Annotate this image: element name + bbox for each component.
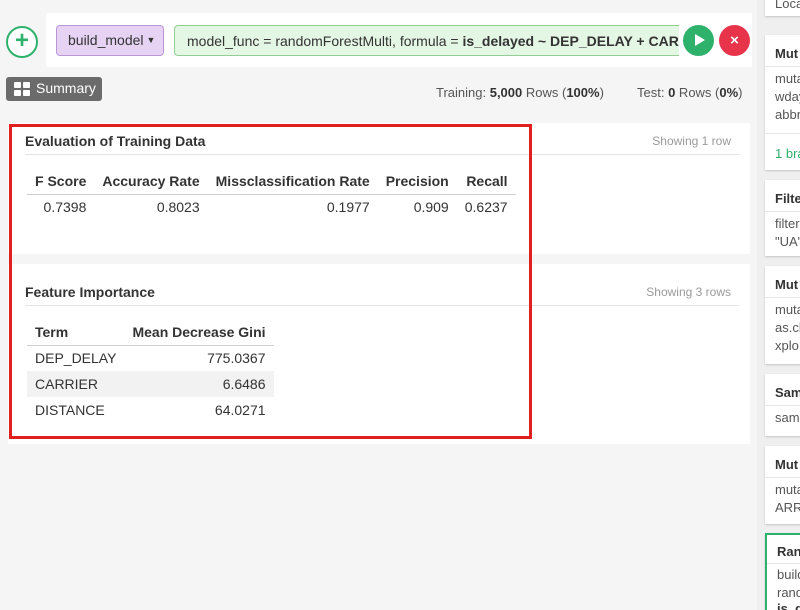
step-card-line: muta (775, 482, 800, 497)
add-step-button[interactable]: + (6, 26, 38, 58)
table-row: DISTANCE 64.0271 (27, 397, 274, 423)
step-card-line: ARR (775, 500, 800, 515)
divider (25, 305, 739, 306)
divider (25, 154, 739, 155)
formula-tilde: ~ (534, 33, 551, 49)
step-card[interactable]: Mut muta as.ch xplo (765, 266, 800, 364)
table-cell: 0.909 (413, 199, 449, 216)
feature-importance-panel: Feature Importance Showing 3 rows Term Me… (8, 264, 750, 444)
evaluation-column-header: Accuracy Rate (94, 168, 208, 195)
step-card-line: muta (775, 71, 800, 86)
step-card[interactable]: Filte filter "UA" (765, 180, 800, 256)
step-card-line: "UA" (775, 234, 800, 249)
table-row: 0.7398 0.8023 0.1977 0.909 0.6237 (27, 194, 516, 220)
step-card-line: Loca (775, 0, 800, 11)
summary-button-label: Summary (36, 80, 96, 96)
step-card-line: is_d (777, 601, 800, 610)
step-card-title: Mut (775, 46, 799, 61)
table-cell: 0.1977 (326, 199, 370, 216)
table-cell: DISTANCE (35, 402, 105, 418)
evaluation-column-header: Recall (456, 168, 516, 195)
evaluation-column-header: F Score (27, 168, 95, 195)
step-card-title: Mut (775, 457, 799, 472)
table-cell: 0.6237 (464, 199, 508, 216)
step-card-title: Ran (777, 544, 800, 559)
main-area: + build_model ▼ model_func = randomForest… (0, 0, 757, 610)
feature-importance-row-count: Showing 3 rows (646, 285, 731, 299)
step-card-line: xplo (775, 338, 799, 353)
evaluation-row-count: Showing 1 row (652, 134, 731, 148)
steps-sidebar: Loca Mut muta wday abbr 1 bra Filte filt… (757, 0, 800, 610)
table-cell: 0.7398 (43, 199, 87, 216)
step-card[interactable]: Sam samp (765, 374, 800, 436)
test-stat: Test: 0 Rows (0%) (637, 85, 743, 100)
command-input[interactable]: model_func = randomForestMulti, formula … (174, 25, 679, 56)
step-card-title: Filte (775, 191, 800, 206)
formula-terms: DEP_DELAY + CARRIE (550, 33, 679, 49)
formula-target: is_delayed (462, 33, 535, 49)
table-cell: CARRIER (27, 371, 125, 397)
step-card-line: abbr (775, 107, 800, 122)
evaluation-column-header: Missclassification Rate (207, 168, 378, 195)
feature-importance-column-header: Term (27, 319, 125, 346)
table-row: DEP_DELAY 775.0367 (27, 345, 274, 371)
run-button[interactable] (683, 25, 714, 56)
step-card-title: Mut (775, 277, 799, 292)
step-card[interactable]: Mut muta ARR (765, 446, 800, 524)
step-card-line: muta (775, 302, 800, 317)
table-row: CARRIER 6.6486 (27, 371, 274, 397)
step-card-title: Sam (775, 385, 800, 400)
step-card-line: wday (775, 89, 800, 104)
evaluation-table: F Score Accuracy Rate Missclassification R… (27, 168, 516, 220)
caret-down-icon: ▼ (146, 35, 156, 45)
command-bar: + build_model ▼ model_func = randomForest… (0, 0, 757, 68)
training-stat: Training: 5,000 Rows (100%) (436, 85, 604, 100)
grid-icon (14, 82, 30, 96)
table-cell: 6.6486 (124, 371, 274, 397)
evaluation-panel: Evaluation of Training Data Showing 1 ro… (8, 123, 750, 254)
step-card-line: as.ch (775, 320, 800, 335)
command-args: model_func = randomForestMulti, formula … (187, 33, 463, 49)
table-cell: 775.0367 (207, 350, 266, 367)
step-card-line: filter (775, 216, 800, 231)
cancel-button[interactable]: × (719, 25, 750, 56)
evaluation-column-header: Precision (377, 168, 457, 195)
command-selector[interactable]: build_model ▼ (56, 25, 164, 56)
feature-importance-title: Feature Importance (25, 284, 155, 300)
feature-importance-table: Term Mean Decrease Gini DEP_DELAY 775.0367… (27, 319, 274, 423)
step-card-active[interactable]: Ran build rand is_d (765, 533, 800, 610)
table-cell: DEP_DELAY (35, 350, 117, 367)
table-cell: 64.0271 (214, 402, 266, 418)
branch-link[interactable]: 1 bra (775, 146, 800, 161)
step-card[interactable]: Loca (765, 0, 800, 16)
table-cell: 0.8023 (156, 199, 200, 216)
step-card-line: build (777, 567, 800, 582)
step-card-line: rand (777, 585, 800, 600)
command-name: build_model (68, 32, 144, 48)
summary-button[interactable]: Summary (6, 77, 102, 101)
step-card-line: samp (775, 410, 800, 425)
feature-importance-column-header: Mean Decrease Gini (124, 319, 274, 346)
step-card[interactable]: Mut muta wday abbr 1 bra (765, 35, 800, 170)
evaluation-title: Evaluation of Training Data (25, 133, 206, 149)
